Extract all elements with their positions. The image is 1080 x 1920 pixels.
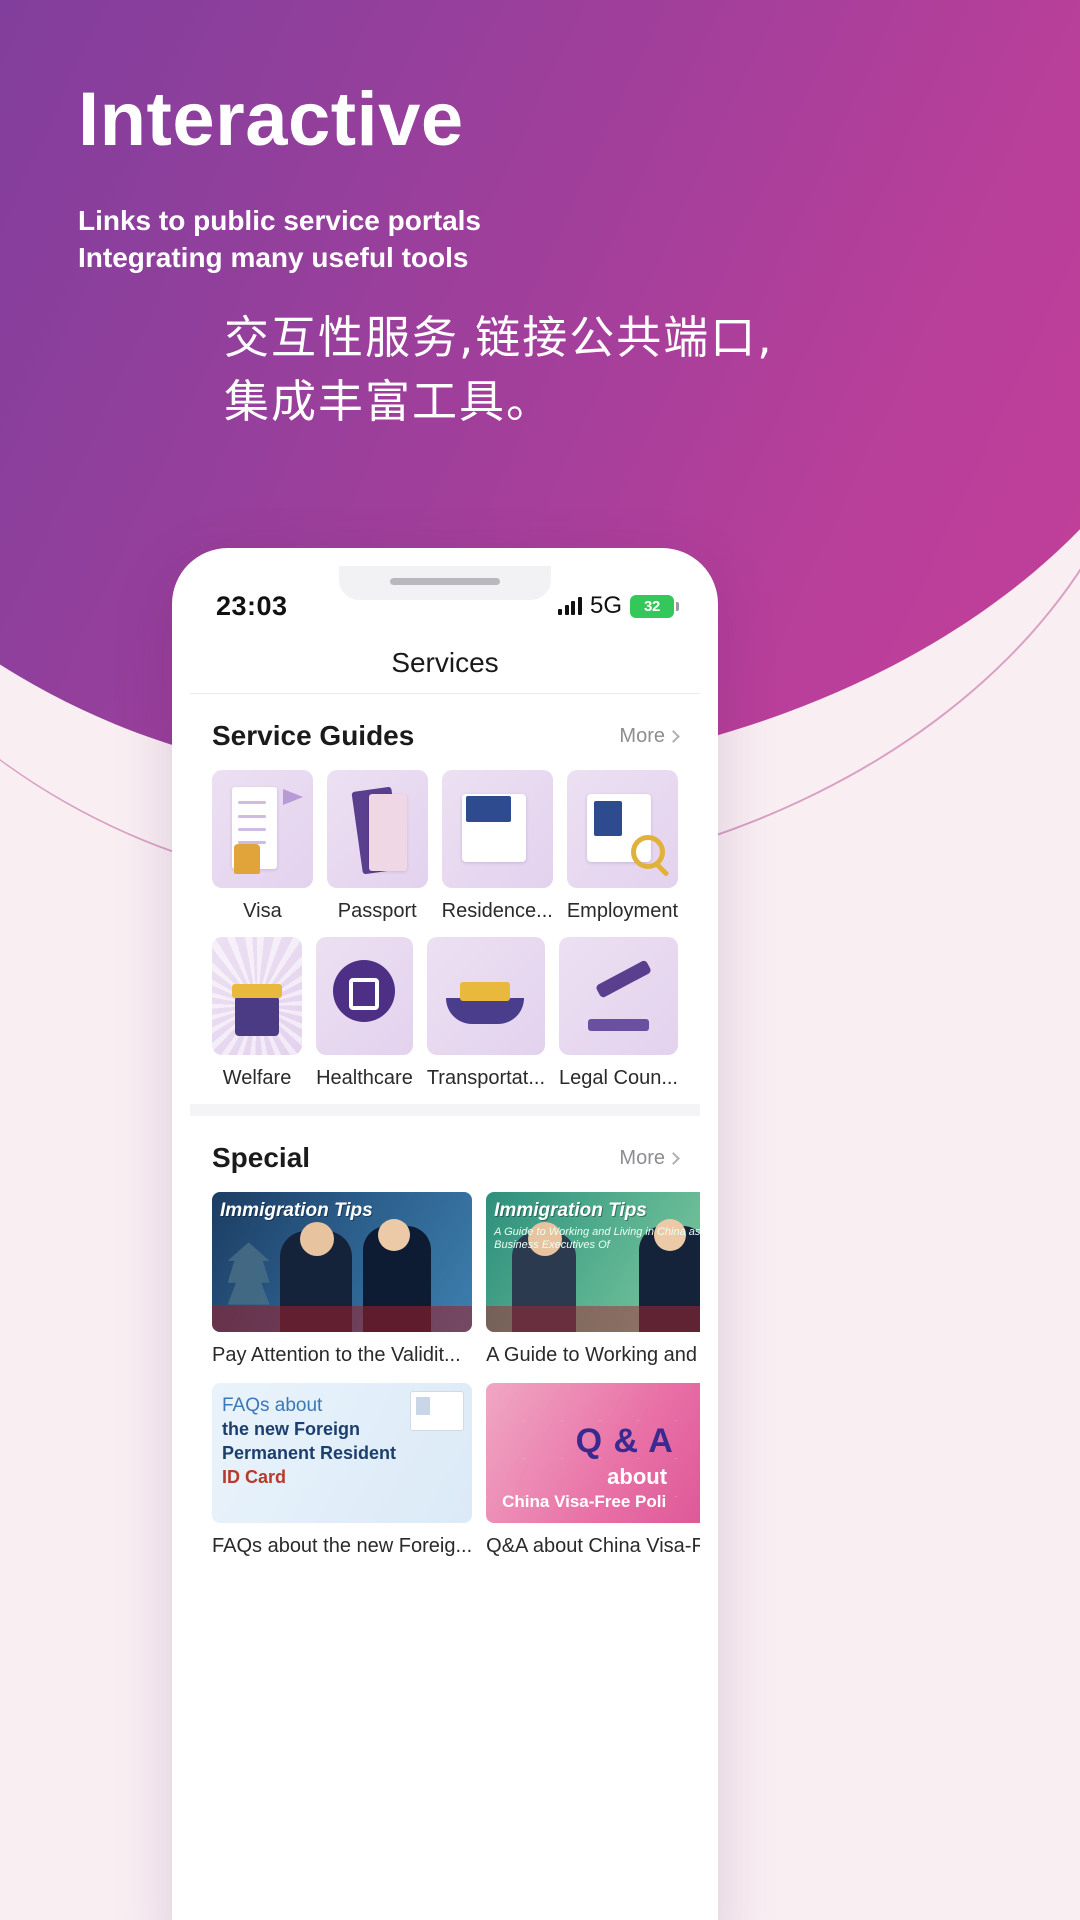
- service-guide-item[interactable]: Welfare: [212, 937, 303, 1090]
- healthcare-stethoscope-icon: [316, 937, 413, 1055]
- service-guide-label: Passport: [337, 900, 417, 922]
- service-guide-item[interactable]: Employment: [566, 770, 678, 923]
- service-guide-label: Legal Coun...: [559, 1067, 678, 1089]
- chevron-right-icon: [667, 729, 680, 743]
- status-bar-time: 23:03: [216, 590, 288, 621]
- special-card[interactable]: Immigration Tips A Guide to Working and …: [486, 1192, 700, 1367]
- special-card[interactable]: Q & A about China Visa-Free Poli Q&A abo…: [486, 1383, 700, 1558]
- service-guide-label: Healthcare: [316, 1067, 413, 1089]
- special-section: Special More Immigration Tips Pay Attent…: [190, 1116, 700, 1572]
- qa-band-label: China Visa-Free Poli: [502, 1492, 667, 1511]
- hero-subtitle: Links to public service portals Integrat…: [78, 202, 481, 276]
- special-card-overlay-title: Immigration Tips: [494, 1200, 647, 1221]
- legal-gavel-icon: [559, 937, 678, 1055]
- special-card-overlay-subtitle: A Guide to Working and Living in China a…: [494, 1226, 700, 1252]
- hero-text-block: Interactive Links to public service port…: [78, 82, 481, 276]
- signal-bars-icon: [558, 597, 582, 615]
- service-guide-item[interactable]: Passport: [326, 770, 428, 923]
- employment-id-icon: [566, 770, 678, 888]
- qa-about-label: about: [607, 1464, 668, 1490]
- qa-band: China Visa-Free Poli: [486, 1489, 700, 1515]
- faq-line-1: FAQs about: [222, 1395, 323, 1416]
- hero-subtitle-line-2: Integrating many useful tools: [78, 242, 469, 274]
- hero-subtitle-line-1: Links to public service portals: [78, 205, 482, 236]
- battery-percent-label: 32: [643, 597, 661, 615]
- special-card-caption: Q&A about China Visa-Free...: [486, 1535, 700, 1557]
- faq-line-4: ID Card: [222, 1467, 287, 1487]
- special-card-grid: Immigration Tips Pay Attention to the Va…: [212, 1192, 700, 1558]
- service-guide-label: Transportat...: [426, 1067, 546, 1089]
- service-guides-row-1: Visa Passport Residence... Employment: [212, 770, 678, 923]
- status-bar-indicators: 5G 32: [558, 592, 679, 620]
- phone-speaker: [390, 578, 500, 585]
- hero-chinese-line-1: 交互性服务,链接公共端口,: [224, 311, 774, 364]
- special-card-caption: Pay Attention to the Validit...: [212, 1344, 461, 1366]
- service-guide-label: Employment: [566, 900, 678, 922]
- battery-icon: 32: [630, 594, 679, 618]
- special-card-caption: FAQs about the new Foreig...: [212, 1535, 473, 1557]
- special-header: Special More: [212, 1142, 680, 1174]
- special-card[interactable]: Immigration Tips Pay Attention to the Va…: [212, 1192, 473, 1367]
- residence-permit-icon: [441, 770, 553, 888]
- special-card-overlay-title: Immigration Tips: [220, 1200, 373, 1221]
- phone-screen: 23:03 5G 32 Services Service Guides More…: [190, 566, 700, 1920]
- service-guide-label: Visa: [243, 900, 282, 922]
- service-guide-item[interactable]: Residence...: [441, 770, 553, 923]
- service-guide-label: Welfare: [222, 1067, 292, 1089]
- qa-headline: Q & A: [575, 1422, 674, 1461]
- service-guide-item[interactable]: Legal Coun...: [559, 937, 678, 1090]
- special-card-thumbnail: Q & A about China Visa-Free Poli: [486, 1383, 700, 1523]
- special-card-caption: A Guide to Working and Livi...: [486, 1344, 700, 1366]
- special-card-thumbnail: Immigration Tips: [212, 1192, 473, 1332]
- special-card-thumbnail: Immigration Tips A Guide to Working and …: [486, 1192, 700, 1332]
- transportation-ship-icon: [426, 937, 546, 1055]
- faq-line-2: the new Foreign: [222, 1419, 361, 1439]
- service-guides-section: Service Guides More Visa Passport Reside…: [190, 694, 700, 1104]
- service-guides-header: Service Guides More: [212, 720, 680, 752]
- app-navbar: Services: [190, 632, 700, 694]
- service-guide-item[interactable]: Healthcare: [316, 937, 413, 1090]
- service-guides-rows: Visa Passport Residence... Employment We…: [212, 770, 678, 1090]
- hero-chinese-line-2: 集成丰富工具。: [224, 374, 554, 428]
- service-guides-row-2: Welfare Healthcare Transportat... Legal …: [212, 937, 678, 1090]
- visa-document-icon: [212, 770, 313, 888]
- service-guides-more-button[interactable]: More: [619, 724, 680, 748]
- phone-mockup: 23:03 5G 32 Services Service Guides More…: [172, 548, 718, 1920]
- hero-chinese-block: 交互性服务,链接公共端口, 集成丰富工具。: [224, 306, 774, 434]
- faq-line-3: Permanent Resident: [222, 1443, 397, 1463]
- special-card-thumbnail: FAQs about the new Foreign Permanent Res…: [212, 1383, 473, 1523]
- passport-book-icon: [326, 770, 428, 888]
- more-label: More: [619, 1146, 665, 1169]
- welfare-gift-icon: [212, 937, 303, 1055]
- id-card-icon: [410, 1391, 465, 1431]
- network-type-label: 5G: [589, 592, 622, 619]
- more-label: More: [619, 724, 665, 747]
- service-guide-label: Residence...: [441, 900, 553, 922]
- service-guides-title: Service Guides: [212, 720, 415, 751]
- service-guide-item[interactable]: Transportat...: [426, 937, 546, 1090]
- special-more-button[interactable]: More: [619, 1146, 680, 1170]
- service-guide-item[interactable]: Visa: [212, 770, 313, 923]
- special-card[interactable]: FAQs about the new Foreign Permanent Res…: [212, 1383, 473, 1558]
- page-title: Interactive: [78, 77, 464, 162]
- app-scroll-view[interactable]: Service Guides More Visa Passport Reside…: [190, 694, 700, 1572]
- special-title: Special: [212, 1142, 311, 1173]
- navbar-title: Services: [391, 646, 499, 678]
- chevron-right-icon: [667, 1151, 680, 1165]
